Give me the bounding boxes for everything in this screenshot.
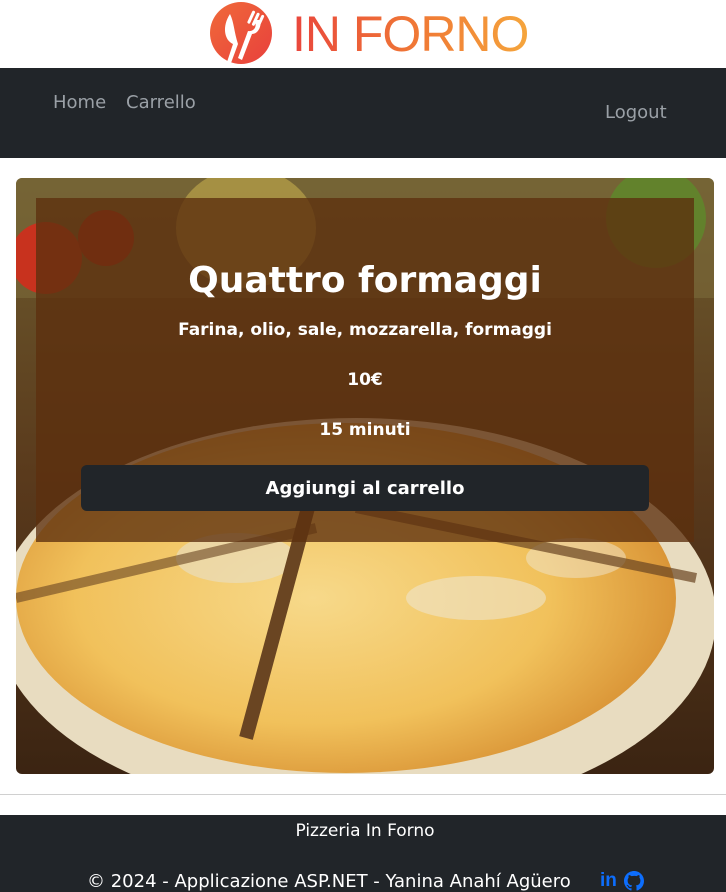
brand-logo[interactable]: IN FORNO [208,0,529,68]
navbar: Home Carrello Logout [0,68,726,158]
add-to-cart-button[interactable]: Aggiungi al carrello [81,465,649,511]
footer-copyright: © 2024 - Applicazione ASP.NET - Yanina A… [87,871,571,892]
fork-knife-logo-icon [210,2,272,64]
footer-divider [0,794,726,795]
product-prep-time: 15 minuti [319,420,411,440]
product-price: 10€ [347,370,383,390]
nav-logout-link[interactable]: Logout [605,102,667,123]
linkedin-icon[interactable]: in [600,870,617,892]
nav-cart-link[interactable]: Carrello [126,92,196,113]
nav-home-link[interactable]: Home [53,92,106,113]
brand-name: IN FORNO [292,0,529,68]
product-overlay: Quattro formaggi Farina, olio, sale, moz… [36,198,694,542]
product-card: Quattro formaggi Farina, olio, sale, moz… [16,178,714,774]
footer-pizzeria-name: Pizzeria In Forno [295,821,435,841]
github-icon[interactable] [624,871,644,891]
logo-bar: IN FORNO [0,0,726,68]
footer: Pizzeria In Forno © 2024 - Applicazione … [0,815,726,892]
product-ingredients: Farina, olio, sale, mozzarella, formaggi [178,320,552,340]
product-name: Quattro formaggi [188,260,542,301]
